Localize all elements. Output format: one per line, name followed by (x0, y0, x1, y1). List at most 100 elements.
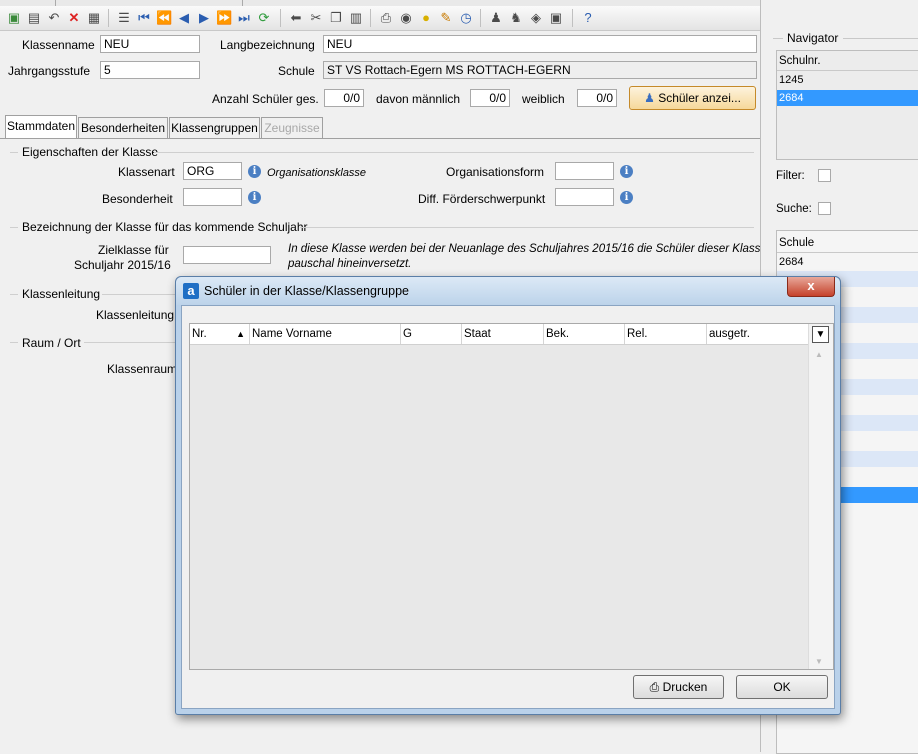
print-icon: ⎙ (649, 680, 660, 694)
maennlich-label: davon männlich (376, 92, 461, 106)
tab-klassengruppen[interactable]: Klassengruppen (169, 117, 260, 138)
delete-icon[interactable]: ✕ (66, 10, 82, 26)
help-icon[interactable]: ? (580, 10, 596, 26)
export-icon[interactable]: ▣ (548, 10, 564, 26)
users-icon[interactable]: ♟ (488, 10, 504, 26)
section-divider (300, 227, 754, 228)
tab-besonderheiten[interactable]: Besonderheiten (78, 117, 168, 138)
maennlich-field: 0/0 (470, 89, 510, 107)
list-header-divider (777, 252, 918, 253)
klassenart-info-icon[interactable]: i (248, 165, 261, 178)
section-divider (102, 294, 176, 295)
klassenname-field[interactable]: NEU (100, 35, 200, 53)
organisationsform-info-icon[interactable]: i (620, 165, 633, 178)
print-icon[interactable]: ⎙ (378, 10, 394, 26)
schulnr-list[interactable]: Schulnr. 1245 2684 (776, 50, 918, 160)
schule-column-header[interactable]: Schule (777, 235, 918, 251)
tab-stammdaten[interactable]: Stammdaten (5, 115, 77, 139)
filter-checkbox[interactable] (818, 169, 831, 182)
column-header-rel[interactable]: Rel. (625, 324, 707, 344)
new-icon[interactable]: ▣ (6, 10, 22, 26)
schueler-anzeigen-button[interactable]: ♟ Schüler anzei... (629, 86, 756, 110)
next-page-icon[interactable]: ⏩ (216, 10, 232, 26)
grid-vertical-scrollbar[interactable]: ▼ ▲ ▼ (808, 324, 833, 669)
clock-icon[interactable]: ◷ (458, 10, 474, 26)
column-header-g[interactable]: G (401, 324, 462, 344)
next-icon[interactable]: ▶ (196, 10, 212, 26)
langbezeichnung-field[interactable]: NEU (323, 35, 757, 53)
users-icon: ♟ (644, 91, 655, 105)
paste-icon[interactable]: ▥ (348, 10, 364, 26)
dialog-title: Schüler in der Klasse/Klassengruppe (204, 284, 409, 298)
refresh-icon[interactable]: ⟳ (256, 10, 272, 26)
sort-ascending-icon: ▲ (236, 329, 245, 339)
klassenleitung-label: Klassenleitung (96, 308, 175, 322)
suche-label: Suche: (776, 203, 812, 215)
schule-label: Schule (278, 64, 315, 78)
transfer-icon[interactable]: ◈ (528, 10, 544, 26)
schulnr-column-header[interactable]: Schulnr. (777, 53, 918, 69)
first-icon[interactable]: ⏮ (136, 10, 152, 26)
properties-icon[interactable]: ▦ (86, 10, 102, 26)
klassenart-field[interactable]: ORG (183, 162, 242, 180)
anzahl-label: Anzahl Schüler ges. (212, 92, 319, 106)
column-header-staat[interactable]: Staat (462, 324, 544, 344)
organisationsform-field[interactable] (555, 162, 614, 180)
besonderheit-info-icon[interactable]: i (248, 191, 261, 204)
section-divider (10, 227, 18, 228)
list-item-selected[interactable]: 2684 (777, 90, 918, 106)
suche-checkbox[interactable] (818, 202, 831, 215)
column-header-name[interactable]: Name Vorname (250, 324, 401, 344)
jahrgangsstufe-field[interactable]: 5 (100, 61, 200, 79)
schueler-dialog: a Schüler in der Klasse/Klassengruppe x … (175, 276, 841, 715)
copy-icon[interactable]: ❐ (328, 10, 344, 26)
section-bezeichnung: Bezeichnung der Klasse für das kommende … (22, 220, 308, 234)
grid-header: Nr. ▲ Name Vorname G Staat Bek. Rel. aus… (190, 324, 809, 345)
previous-page-icon[interactable]: ⏪ (156, 10, 172, 26)
toolbar-separator (108, 9, 109, 27)
schueler-grid[interactable]: Nr. ▲ Name Vorname G Staat Bek. Rel. aus… (189, 323, 834, 670)
section-divider (843, 38, 918, 39)
list-item[interactable]: 2684 (777, 254, 918, 270)
weiblich-label: weiblich (522, 92, 565, 106)
hint-icon[interactable]: ● (418, 10, 434, 26)
langbezeichnung-label: Langbezeichnung (220, 38, 315, 52)
zielklasse-label: Zielklasse für (98, 243, 169, 257)
last-icon[interactable]: ⏭ (236, 10, 252, 26)
list-icon[interactable]: ☰ (116, 10, 132, 26)
column-header-ausgetr[interactable]: ausgetr. (707, 324, 809, 344)
column-header-nr[interactable]: Nr. ▲ (190, 324, 250, 344)
anzahl-field: 0/0 (324, 89, 364, 107)
column-header-bek[interactable]: Bek. (544, 324, 625, 344)
scroll-up-icon[interactable]: ▲ (815, 350, 823, 359)
group-icon[interactable]: ♞ (508, 10, 524, 26)
foerder-label: Diff. Förderschwerpunkt (418, 192, 546, 206)
schule-field[interactable]: ST VS Rottach-Egern MS ROTTACH-EGERN (323, 61, 757, 79)
preview-icon[interactable]: ◉ (398, 10, 414, 26)
drucken-button[interactable]: ⎙ Drucken (633, 675, 724, 699)
ok-button[interactable]: OK (736, 675, 828, 699)
list-item[interactable]: 1245 (777, 72, 918, 88)
foerder-field[interactable] (555, 188, 614, 206)
cut-icon[interactable]: ✂ (308, 10, 324, 26)
zielklasse-note-line1: In diese Klasse werden bei der Neuanlage… (288, 243, 767, 255)
undo-icon[interactable]: ↶ (46, 10, 62, 26)
weiblich-field: 0/0 (577, 89, 617, 107)
previous-icon[interactable]: ◀ (176, 10, 192, 26)
save-icon[interactable]: ▤ (26, 10, 42, 26)
column-chooser-icon[interactable]: ▼ (812, 326, 829, 343)
foerder-info-icon[interactable]: i (620, 191, 633, 204)
schueler-anzeigen-label: Schüler anzei... (658, 91, 741, 105)
klassenname-label: Klassenname (22, 38, 95, 52)
scroll-down-icon[interactable]: ▼ (815, 657, 823, 666)
zielklasse-field[interactable] (183, 246, 271, 264)
section-eigenschaften: Eigenschaften der Klasse (22, 145, 159, 159)
besonderheit-label: Besonderheit (102, 192, 173, 206)
back-arrow-icon[interactable]: ⬅ (288, 10, 304, 26)
dialog-close-button[interactable]: x (787, 277, 835, 297)
section-raum: Raum / Ort (22, 336, 81, 350)
column-header-label: Nr. (192, 328, 207, 340)
tab-zeugnisse: Zeugnisse (261, 117, 323, 138)
besonderheit-field[interactable] (183, 188, 242, 206)
clean-icon[interactable]: ✎ (438, 10, 454, 26)
